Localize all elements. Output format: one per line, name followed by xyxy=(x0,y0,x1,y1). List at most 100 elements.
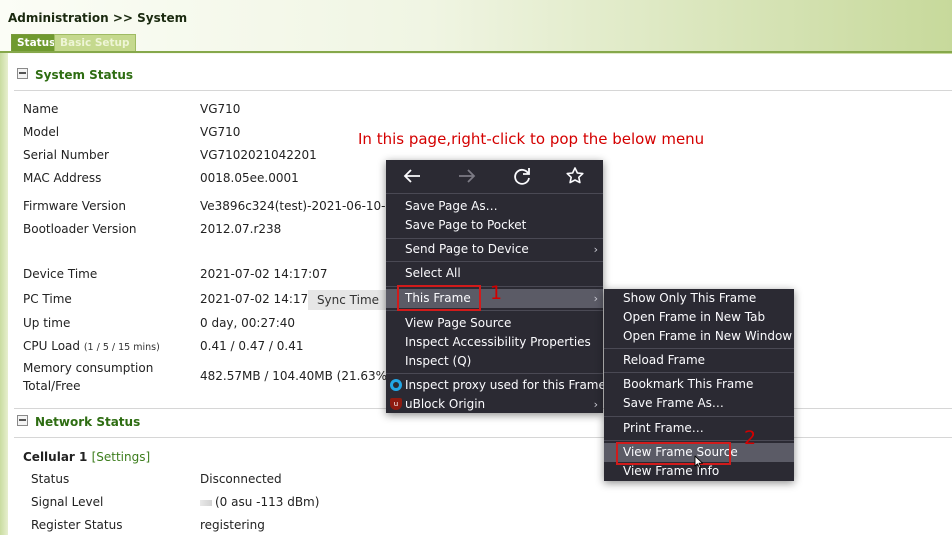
left-decoration-bar xyxy=(0,53,8,535)
menu-item-save-page-as[interactable]: Save Page As… xyxy=(386,197,603,216)
submenu-item-reload-frame[interactable]: Reload Frame xyxy=(604,351,794,370)
menu-item-select-all[interactable]: Select All xyxy=(386,264,603,283)
instruction-annotation: In this page,right-click to pop the belo… xyxy=(358,130,705,148)
ublock-shield-icon: u xyxy=(390,398,402,410)
submenu-item-bookmark-frame[interactable]: Bookmark This Frame xyxy=(604,375,794,394)
menu-item-label: Save Page As… xyxy=(405,199,498,213)
menu-item-save-to-pocket[interactable]: Save Page to Pocket xyxy=(386,216,603,235)
row-label-name: Name xyxy=(23,102,59,116)
menu-separator xyxy=(604,440,794,441)
row-value-bootloader: 2012.07.r238 xyxy=(200,222,282,236)
menu-item-send-page-to-device[interactable]: Send Page to Device › xyxy=(386,240,603,259)
menu-item-inspect-accessibility[interactable]: Inspect Accessibility Properties xyxy=(386,333,603,352)
menu-item-ublock-origin[interactable]: u uBlock Origin › xyxy=(386,395,603,414)
menu-separator xyxy=(604,372,794,373)
submenu-item-save-frame-as[interactable]: Save Frame As… xyxy=(604,394,794,413)
row-value-uptime: 0 day, 00:27:40 xyxy=(200,316,296,330)
reload-icon[interactable] xyxy=(510,164,534,188)
row-label-memory-sub: Total/Free xyxy=(23,379,81,393)
row-value-serial: VG7102021042201 xyxy=(200,148,317,162)
cellular-settings-link[interactable]: [Settings] xyxy=(92,450,151,464)
network-status-title: Network Status xyxy=(35,415,141,429)
back-arrow-icon[interactable] xyxy=(400,164,424,188)
cellular-label: Cellular 1 xyxy=(23,450,88,464)
row-value-memory: 482.57MB / 104.40MB (21.63%) xyxy=(200,369,392,383)
cpu-load-label: CPU Load xyxy=(23,339,80,353)
proxy-extension-icon xyxy=(390,379,402,391)
menu-separator xyxy=(386,193,603,194)
menu-item-inspect[interactable]: Inspect (Q) xyxy=(386,352,603,371)
bookmark-star-icon[interactable] xyxy=(563,164,587,188)
row-value-status: Disconnected xyxy=(200,472,282,486)
row-label-memory: Memory consumption xyxy=(23,361,154,375)
collapse-network-status-icon[interactable] xyxy=(17,415,28,426)
row-label-register: Register Status xyxy=(31,518,123,532)
menu-item-view-page-source[interactable]: View Page Source xyxy=(386,314,603,333)
menu-item-label: Show Only This Frame xyxy=(623,291,757,305)
menu-item-inspect-proxy[interactable]: Inspect proxy used for this Frame xyxy=(386,376,606,395)
menu-item-label: Inspect Accessibility Properties xyxy=(405,335,591,349)
row-label-pc-time: PC Time xyxy=(23,292,72,306)
row-label-bootloader: Bootloader Version xyxy=(23,222,137,236)
step1-highlight-box xyxy=(397,285,481,311)
collapse-system-status-icon[interactable] xyxy=(17,68,28,79)
menu-item-label: uBlock Origin xyxy=(405,397,486,411)
cellular-heading: Cellular 1 [Settings] xyxy=(23,450,150,464)
submenu-arrow-icon: › xyxy=(593,398,598,411)
step2-highlight-box xyxy=(616,442,731,465)
submenu-item-open-in-new-tab[interactable]: Open Frame in New Tab xyxy=(604,308,794,327)
menu-separator xyxy=(386,373,603,374)
row-value-register: registering xyxy=(200,518,265,532)
row-label-model: Model xyxy=(23,125,60,139)
signal-strength-icon xyxy=(200,499,212,506)
row-value-signal: (0 asu -113 dBm) xyxy=(215,495,320,509)
menu-item-label: Inspect proxy used for this Frame xyxy=(405,378,606,392)
breadcrumb: Administration >> System xyxy=(8,11,188,25)
row-value-cpu-load: 0.41 / 0.47 / 0.41 xyxy=(200,339,304,353)
row-label-cpu-load: CPU Load (1 / 5 / 15 mins) xyxy=(23,339,160,353)
menu-item-label: Print Frame… xyxy=(623,421,704,435)
row-label-signal: Signal Level xyxy=(31,495,104,509)
menu-item-label: Send Page to Device xyxy=(405,242,529,256)
sync-time-button[interactable]: Sync Time xyxy=(308,290,388,310)
menu-item-label: Open Frame in New Tab xyxy=(623,310,766,324)
row-label-firmware: Firmware Version xyxy=(23,199,126,213)
menu-separator xyxy=(604,348,794,349)
forward-arrow-icon[interactable] xyxy=(455,164,479,188)
menu-separator xyxy=(386,238,603,239)
step2-number: 2 xyxy=(744,427,757,449)
menu-item-label: Open Frame in New Window xyxy=(623,329,793,343)
row-label-device-time: Device Time xyxy=(23,267,98,281)
menu-item-label: Save Frame As… xyxy=(623,396,724,410)
system-status-title: System Status xyxy=(35,68,134,82)
submenu-item-show-only-this-frame[interactable]: Show Only This Frame xyxy=(604,289,794,308)
section-divider xyxy=(14,90,952,91)
submenu-arrow-icon: › xyxy=(593,292,598,305)
row-label-status: Status xyxy=(31,472,70,486)
row-label-uptime: Up time xyxy=(23,316,71,330)
submenu-item-open-in-new-window[interactable]: Open Frame in New Window xyxy=(604,327,794,346)
row-value-signal-container: (0 asu -113 dBm) xyxy=(200,495,319,509)
menu-item-label: Save Page to Pocket xyxy=(405,218,527,232)
row-label-mac: MAC Address xyxy=(23,171,102,185)
section-divider xyxy=(14,437,952,438)
row-value-name: VG710 xyxy=(200,102,241,116)
menu-item-label: View Page Source xyxy=(405,316,512,330)
row-label-serial: Serial Number xyxy=(23,148,109,162)
submenu-arrow-icon: › xyxy=(593,243,598,256)
row-value-model: VG710 xyxy=(200,125,241,139)
menu-item-label: Inspect (Q) xyxy=(405,354,472,368)
menu-item-label: Select All xyxy=(405,266,461,280)
menu-item-label: Bookmark This Frame xyxy=(623,377,754,391)
page-header xyxy=(0,0,952,54)
menu-separator xyxy=(386,261,603,262)
tab-basic-setup[interactable]: Basic Setup xyxy=(54,34,136,51)
tab-underline xyxy=(0,51,952,53)
row-value-device-time: 2021-07-02 14:17:07 xyxy=(200,267,328,281)
cpu-load-interval: (1 / 5 / 15 mins) xyxy=(83,342,160,353)
menu-item-label: Reload Frame xyxy=(623,353,706,367)
submenu-item-print-frame[interactable]: Print Frame… xyxy=(604,419,794,438)
row-value-mac: 0018.05ee.0001 xyxy=(200,171,299,185)
menu-separator xyxy=(604,416,794,417)
step1-number: 1 xyxy=(490,282,503,304)
